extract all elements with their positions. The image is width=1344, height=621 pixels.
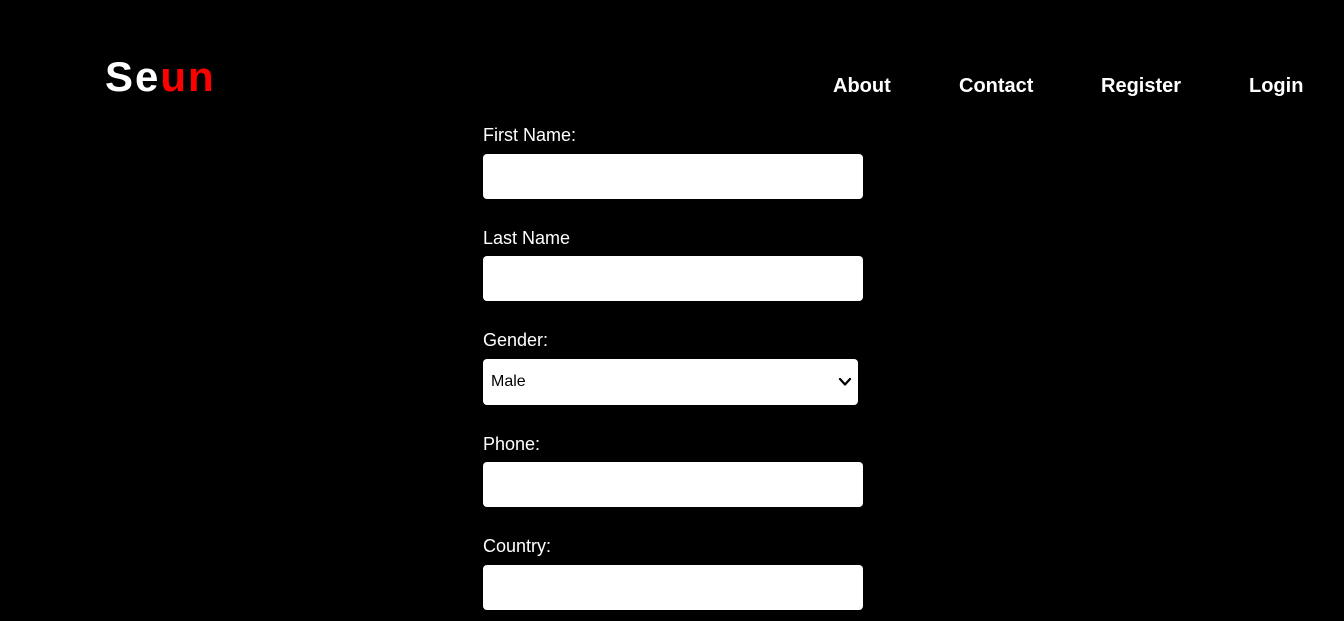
gender-select[interactable]: Male [483, 359, 858, 405]
nav-link-register[interactable]: Register [1101, 74, 1181, 98]
gender-selected-value: Male [491, 373, 526, 390]
last-name-input[interactable] [483, 256, 863, 301]
chevron-down-icon [838, 377, 852, 386]
main-nav: About Contact Register Login [0, 74, 1344, 98]
phone-label: Phone: [483, 434, 541, 454]
first-name-label: First Name: [483, 125, 577, 145]
nav-link-about[interactable]: About [833, 74, 891, 98]
gender-label: Gender: [483, 330, 549, 350]
nav-link-contact[interactable]: Contact [959, 74, 1033, 98]
country-input[interactable] [483, 565, 863, 610]
phone-input[interactable] [483, 462, 863, 507]
country-label: Country: [483, 536, 552, 556]
first-name-input[interactable] [483, 154, 863, 199]
nav-link-login[interactable]: Login [1249, 74, 1303, 98]
last-name-label: Last Name [483, 228, 571, 248]
